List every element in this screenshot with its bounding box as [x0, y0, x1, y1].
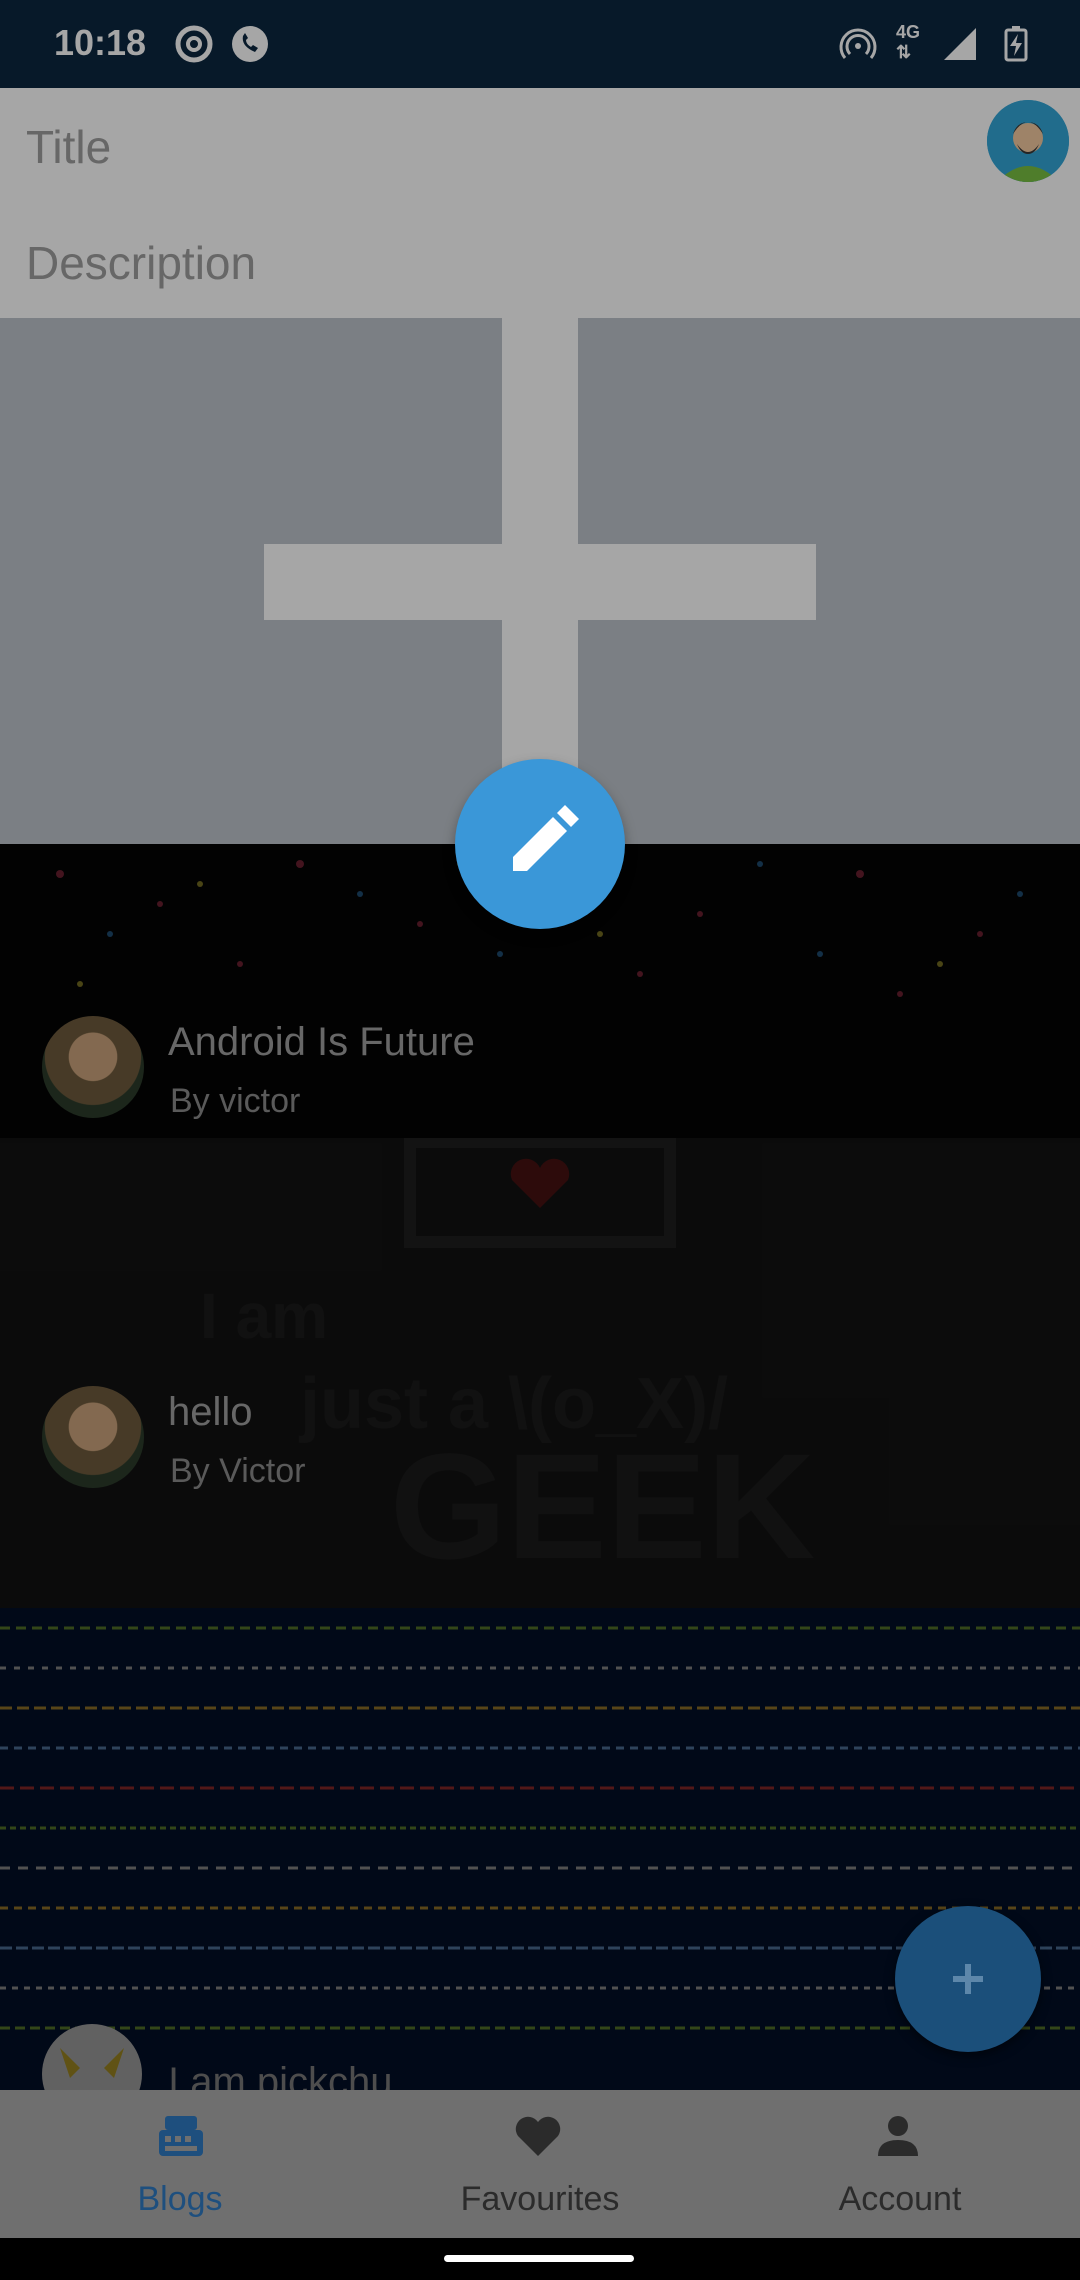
phone-icon [232, 26, 268, 62]
nav-account[interactable]: Account [720, 2090, 1080, 2238]
plus-icon [953, 1964, 983, 1994]
post-title: I am pickchu [168, 2060, 393, 2090]
status-bar: 10:18 4G ⇅ [0, 0, 1080, 88]
pencil-icon [513, 805, 579, 871]
nav-favourites[interactable]: Favourites [360, 2090, 720, 2238]
person-icon [878, 2116, 918, 2156]
heart-icon [515, 2116, 561, 2156]
post-title: Android Is Future [168, 1020, 475, 1064]
add-post-button[interactable] [895, 1906, 1041, 2052]
status-time: 10:18 [54, 22, 147, 63]
post-author: By Victor [170, 1452, 306, 1490]
gesture-bar [0, 2238, 1080, 2280]
nav-favourites-label: Favourites [460, 2180, 620, 2218]
description-input[interactable]: Description [26, 236, 256, 290]
post-composer: Title Description [0, 88, 1080, 318]
signal-icon [944, 28, 976, 60]
author-avatar [42, 1016, 144, 1118]
nav-account-label: Account [838, 2180, 962, 2218]
profile-avatar[interactable] [987, 100, 1069, 182]
post-author: By victor [170, 1082, 301, 1120]
battery-charging-icon [1004, 26, 1028, 62]
author-avatar [42, 1386, 144, 1488]
edit-post-button[interactable] [455, 759, 625, 929]
bottom-navigation: Blogs Favourites Account [0, 2090, 1080, 2238]
blog-icon [159, 2116, 203, 2156]
nav-blogs-label: Blogs [137, 2180, 223, 2218]
at-sign-icon [175, 25, 213, 63]
hotspot-icon [839, 28, 877, 59]
blog-feed: Android Is Future By victor I am just a … [0, 844, 1080, 2090]
home-indicator[interactable] [444, 2255, 634, 2262]
post-title: hello [168, 1390, 253, 1434]
network-type: 4G ⇅ [896, 22, 921, 62]
nav-blogs[interactable]: Blogs [0, 2090, 360, 2238]
title-input[interactable]: Title [26, 120, 111, 174]
post-card[interactable]: I am just a \(o_X)/ GEEK hello By Victor [0, 1136, 1080, 1608]
